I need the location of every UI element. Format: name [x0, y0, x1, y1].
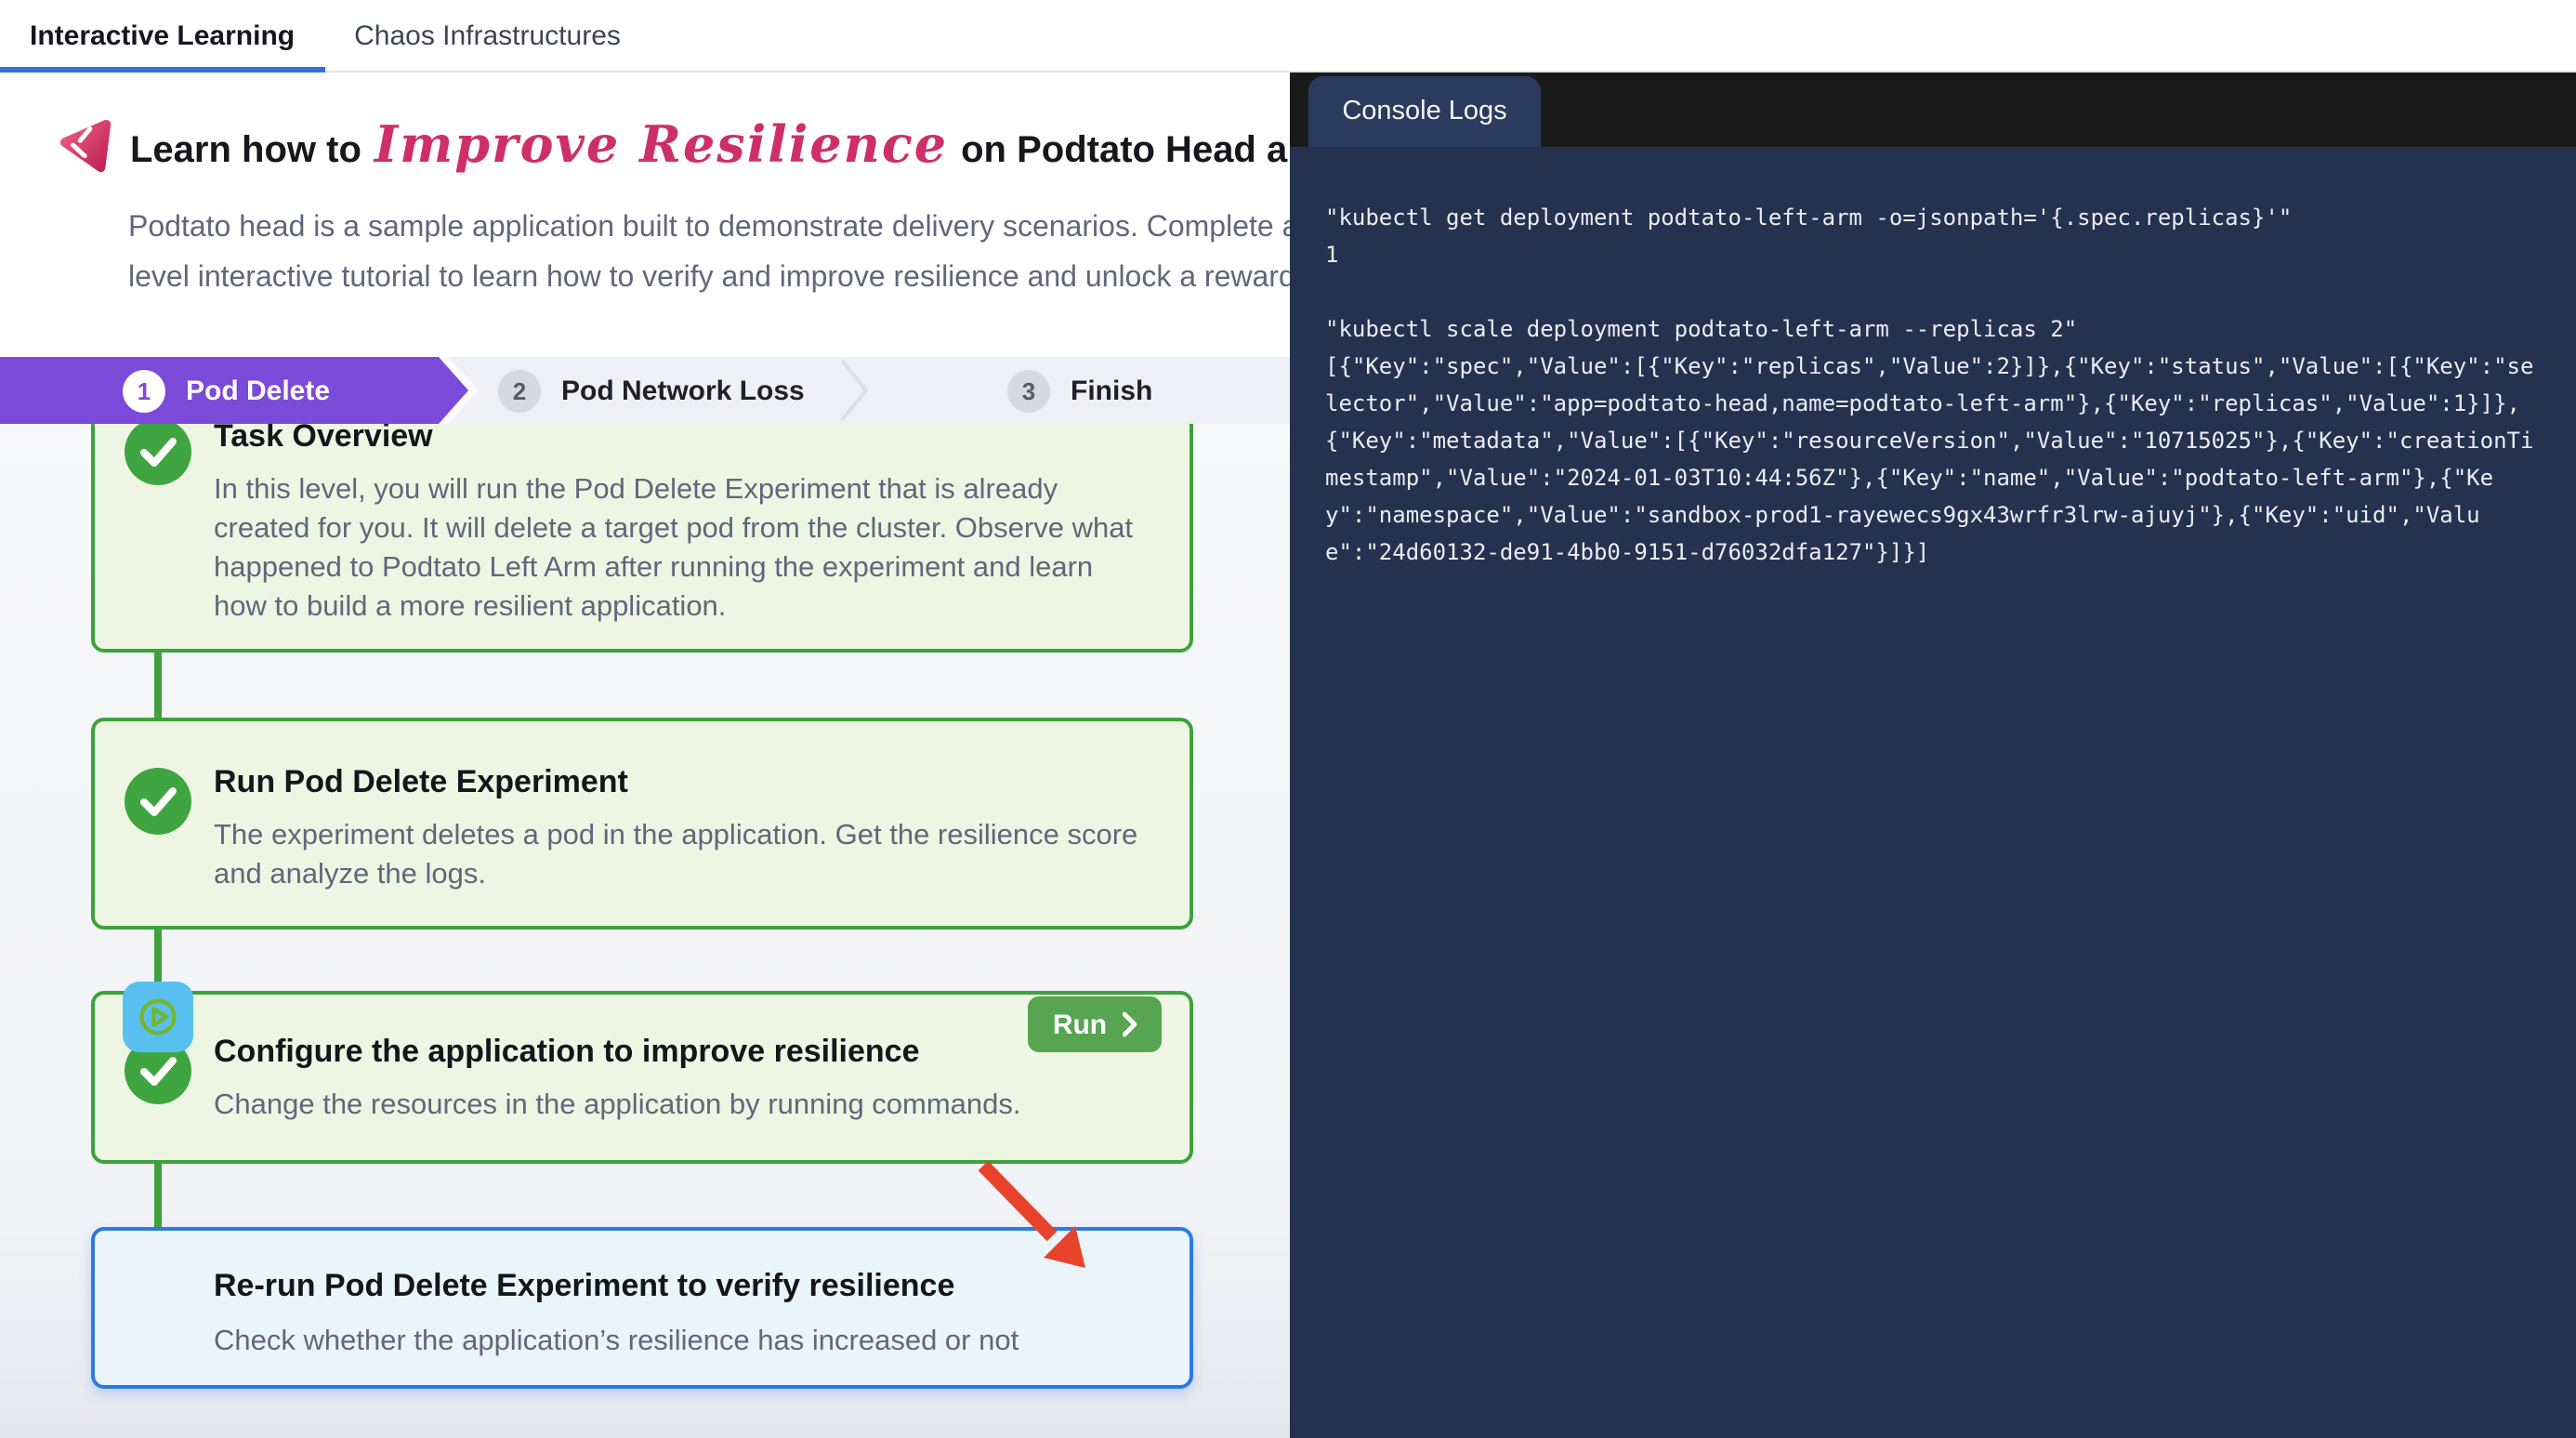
task-connector	[154, 649, 161, 727]
task-title: Re-run Pod Delete Experiment to verify r…	[214, 1268, 1152, 1305]
steps-bar: 1 Pod Delete 2 Pod Network Loss 3 Finish	[0, 357, 1290, 424]
step-label: Pod Delete	[186, 375, 330, 406]
task-card-run-experiment: Run Pod Delete Experiment The experiment…	[91, 718, 1193, 930]
title-highlight: Improve Resilience	[375, 117, 948, 175]
tab-console-logs[interactable]: Console Logs	[1308, 76, 1541, 146]
step-number-badge: 2	[498, 369, 541, 412]
console-line: "kubectl scale deployment podtato-left-a…	[1325, 310, 2554, 347]
console-panel: Console Logs "kubectl get deployment pod…	[1290, 73, 2576, 1438]
console-line: [{"Key":"spec","Value":[{"Key":"replicas…	[1325, 347, 2554, 384]
console-line: y":"namespace","Value":"sandbox-prod1-ra…	[1325, 495, 2554, 533]
task-title: Run Pod Delete Experiment	[214, 764, 1152, 801]
task-description: In this level, you will run the Pod Dele…	[214, 470, 1152, 627]
play-icon	[123, 982, 193, 1052]
console-tab-label: Console Logs	[1342, 97, 1506, 126]
console-log-output[interactable]: "kubectl get deployment podtato-left-arm…	[1290, 146, 2576, 1438]
check-complete-icon	[125, 768, 191, 835]
console-line: 1	[1325, 235, 2554, 272]
console-line: "kubectl get deployment podtato-left-arm…	[1325, 198, 2554, 235]
task-title: Task Overview	[214, 418, 1152, 455]
top-tab-bar: Interactive Learning Chaos Infrastructur…	[0, 0, 2576, 73]
tutorial-description: Podtato head is a sample application bui…	[128, 203, 1290, 303]
step-number-badge: 1	[123, 369, 165, 412]
step-separator-chevron	[840, 359, 870, 422]
step-number-badge: 3	[1007, 369, 1050, 412]
title-suffix: on Podtato Head application	[961, 130, 1290, 173]
run-button-label: Run	[1053, 1009, 1107, 1040]
task-card-rerun-verify: Re-run Pod Delete Experiment to verify r…	[91, 1227, 1193, 1389]
task-description: The experiment deletes a pod in the appl…	[214, 816, 1152, 894]
run-button[interactable]: Run	[1028, 996, 1162, 1052]
app-window: Interactive Learning Chaos Infrastructur…	[0, 0, 2576, 1438]
learning-panel: Learn how to Improve Resilience on Podta…	[0, 73, 1290, 1438]
tab-chaos-infrastructures[interactable]: Chaos Infrastructures	[324, 0, 651, 71]
console-line: {"Key":"metadata","Value":[{"Key":"resou…	[1325, 421, 2554, 458]
step-pod-delete[interactable]: 1 Pod Delete	[0, 357, 468, 424]
task-description: Change the resources in the application …	[214, 1086, 1152, 1125]
tab-interactive-learning[interactable]: Interactive Learning	[0, 0, 324, 71]
console-line: mestamp","Value":"2024-01-03T10:44:56Z"}…	[1325, 458, 2554, 495]
active-tab-underline	[0, 67, 324, 73]
tab-interactive-learning-label: Interactive Learning	[30, 20, 295, 51]
console-line: e":"24d60132-de91-4bb0-9151-d76032dfa127…	[1325, 533, 2554, 570]
task-connector	[154, 1158, 161, 1233]
console-topbar: Console Logs	[1290, 73, 2576, 146]
check-complete-icon	[125, 418, 191, 485]
console-line	[1325, 272, 2554, 310]
step-pod-network-loss[interactable]: 2 Pod Network Loss	[498, 357, 805, 424]
step-label: Finish	[1071, 375, 1152, 406]
step-finish[interactable]: 3 Finish	[1007, 357, 1152, 424]
task-card-overview: Task Overview In this level, you will ru…	[91, 405, 1193, 653]
litmuschaos-logo-icon	[58, 117, 115, 175]
step-label: Pod Network Loss	[561, 375, 805, 406]
tab-chaos-infrastructures-label: Chaos Infrastructures	[354, 20, 621, 51]
task-title: Configure the application to improve res…	[214, 1034, 1152, 1071]
task-description: Check whether the application’s resilien…	[214, 1322, 1087, 1361]
page-title: Learn how to Improve Resilience on Podta…	[130, 117, 1290, 175]
console-line: lector","Value":"app=podtato-head,name=p…	[1325, 384, 2554, 421]
title-prefix: Learn how to	[130, 130, 361, 173]
chevron-right-icon	[1122, 1011, 1137, 1037]
